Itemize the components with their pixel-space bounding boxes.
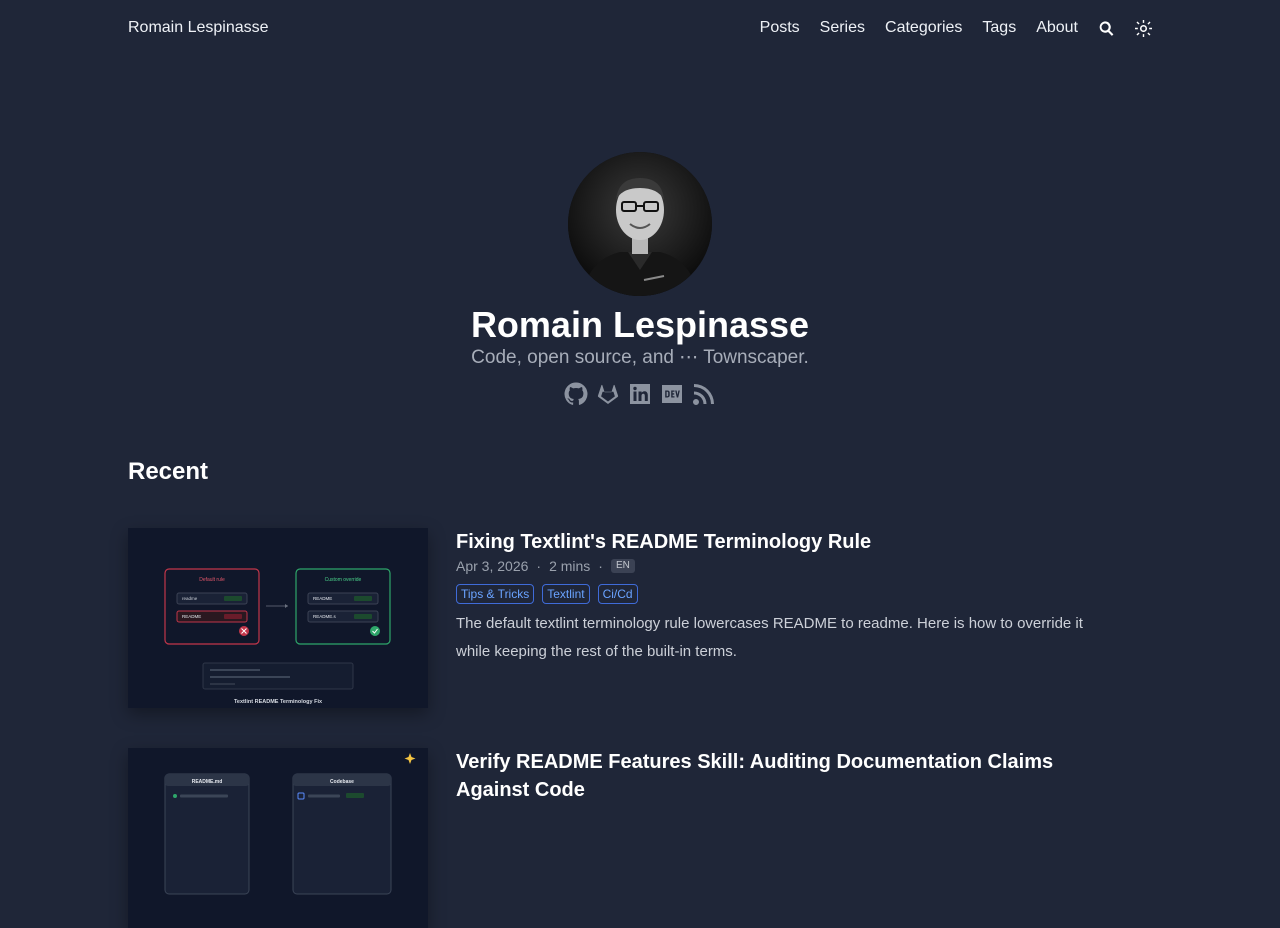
thumb-right-row2: README.s [313, 614, 337, 619]
language-badge: EN [610, 559, 635, 573]
gitlab-icon[interactable] [596, 382, 620, 406]
post-tags: Tips & Tricks Textlint Ci/Cd [456, 584, 1100, 604]
nav-series[interactable]: Series [820, 19, 865, 37]
post-reading-time: 2 mins [549, 558, 591, 574]
social-links [0, 382, 1280, 406]
post-title[interactable]: Verify README Features Skill: Auditing D… [456, 748, 1100, 804]
top-nav: Romain Lespinasse Posts Series Categorie… [128, 0, 1152, 56]
meta-separator: · [536, 558, 542, 574]
tag-badge[interactable]: Textlint [542, 584, 590, 604]
post-summary: The default textlint terminology rule lo… [456, 615, 1083, 660]
profile-section: Romain Lespinasse Code, open source, and… [0, 152, 1280, 406]
thumb-right-title: Custom override [325, 577, 362, 583]
search-icon[interactable] [1098, 20, 1115, 37]
nav-posts[interactable]: Posts [760, 19, 800, 37]
github-icon[interactable] [564, 382, 588, 406]
meta-separator: · [598, 558, 603, 574]
thumb-caption: Textlint README Terminology Fix [234, 699, 323, 705]
nav-about[interactable]: About [1036, 19, 1078, 37]
post-title[interactable]: Fixing Textlint's README Terminology Rul… [456, 528, 1100, 556]
thumb-left-title: README.md [192, 779, 223, 785]
post-date: Apr 3, 2026 [456, 558, 529, 574]
thumb-right-title: Codebase [330, 779, 354, 785]
post-thumbnail[interactable]: README.md Codebase [128, 748, 428, 928]
linkedin-icon[interactable] [628, 382, 652, 406]
site-brand[interactable]: Romain Lespinasse [128, 19, 269, 37]
thumb-left-title: Default rule [199, 577, 225, 583]
tag-badge[interactable]: Tips & Tricks [456, 584, 535, 604]
thumb-left-row2: README [182, 614, 201, 619]
post-thumbnail[interactable]: Default rule readme README Custom overri… [128, 528, 428, 708]
dev-icon[interactable] [660, 382, 684, 406]
avatar [568, 152, 712, 296]
sun-icon[interactable] [1135, 19, 1152, 37]
post-body: Fixing Textlint's README Terminology Rul… [456, 528, 1100, 666]
main-menu: Posts Series Categories Tags About [760, 19, 1152, 37]
thumb-left-row1: readme [182, 596, 198, 601]
post-body: Verify README Features Skill: Auditing D… [456, 748, 1100, 804]
post-meta: Apr 3, 2026 · 2 mins · EN [456, 558, 1100, 574]
nav-categories[interactable]: Categories [885, 19, 962, 37]
recent-heading: Recent [128, 458, 209, 485]
profile-name: Romain Lespinasse [470, 304, 810, 345]
thumb-right-row1: README [313, 596, 332, 601]
tag-badge[interactable]: Ci/Cd [597, 584, 638, 604]
profile-tagline: Code, open source, and ⋯ Townscaper. [471, 347, 809, 368]
nav-tags[interactable]: Tags [982, 19, 1016, 37]
rss-icon[interactable] [692, 382, 716, 406]
